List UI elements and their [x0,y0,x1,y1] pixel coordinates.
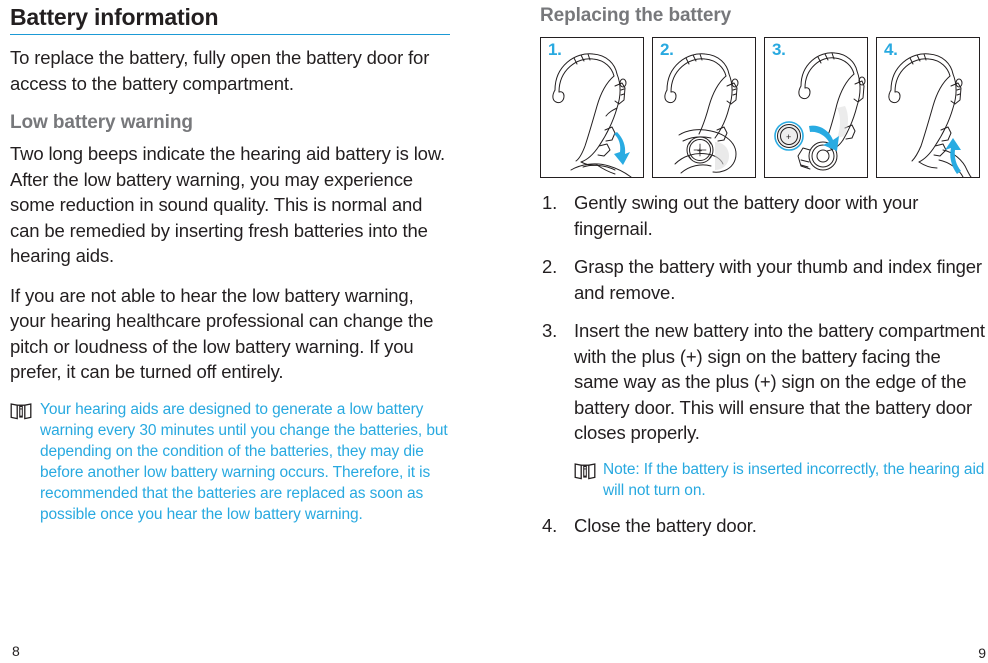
step-item-1: 1. Gently swing out the battery door wit… [540,190,988,241]
figure-step-2: + 2. [652,37,756,178]
figure-label-2: 2. [660,40,674,59]
step-item-4: 4. Close the battery door. [540,513,988,539]
info-note-right: Note: If the battery is inserted incorre… [574,459,988,501]
info-note-left-text: Your hearing aids are designed to genera… [40,400,448,523]
intro-paragraph: To replace the battery, fully open the b… [10,47,430,94]
step-number-1: 1. [542,192,558,213]
instructions-manual-icon [10,402,32,420]
page-number-left: 8 [12,643,20,659]
svg-text:+: + [786,132,791,142]
figure-label-1: 1. [548,40,562,59]
figure-label-3: 3. [772,40,786,59]
step-item-3: 3. Insert the new battery into the batte… [540,318,988,446]
step-number-3: 3. [542,320,558,341]
figure-step-1: 1. [540,37,644,178]
page-number-right: 9 [978,645,986,661]
step-text-1: Gently swing out the battery door with y… [574,192,919,239]
page-title: Battery information [10,4,219,30]
step-text-4: Close the battery door. [574,514,757,536]
step-number-2: 2. [542,256,558,277]
info-note-left: Your hearing aids are designed to genera… [10,399,450,525]
svg-text:+: + [697,146,702,156]
replacement-steps-list-continued: 4. Close the battery door. [540,513,988,539]
step-text-3: Insert the new battery into the battery … [574,320,985,443]
paragraph-low-battery-beeps: Two long beeps indicate the hearing aid … [10,143,446,266]
step-item-2: 2. Grasp the battery with your thumb and… [540,254,988,305]
step-text-2: Grasp the battery with your thumb and in… [574,256,982,303]
instructions-manual-icon [574,462,596,480]
figure-step-4: 4. [876,37,980,178]
replacement-steps-list: 1. Gently swing out the battery door wit… [540,190,988,446]
illustration-strip: 1. + 2. + 3. 4. [540,37,988,178]
paragraph-cannot-hear-warning: If you are not able to hear the low batt… [10,284,434,383]
section-heading-replacing-the-battery: Replacing the battery [540,5,732,26]
step-number-4: 4. [542,514,558,536]
figure-label-4: 4. [884,40,898,59]
info-note-right-text: Note: If the battery is inserted incorre… [603,460,985,499]
left-page-column: Battery information To replace the batte… [10,0,450,663]
section-heading-low-battery-warning: Low battery warning [10,112,193,133]
document-page: Battery information To replace the batte… [0,0,988,663]
right-page-column: Replacing the battery 1. + 2. + 3. 4. 1.… [540,0,988,663]
figure-step-3: + 3. [764,37,868,178]
title-underline-rule [10,34,450,35]
